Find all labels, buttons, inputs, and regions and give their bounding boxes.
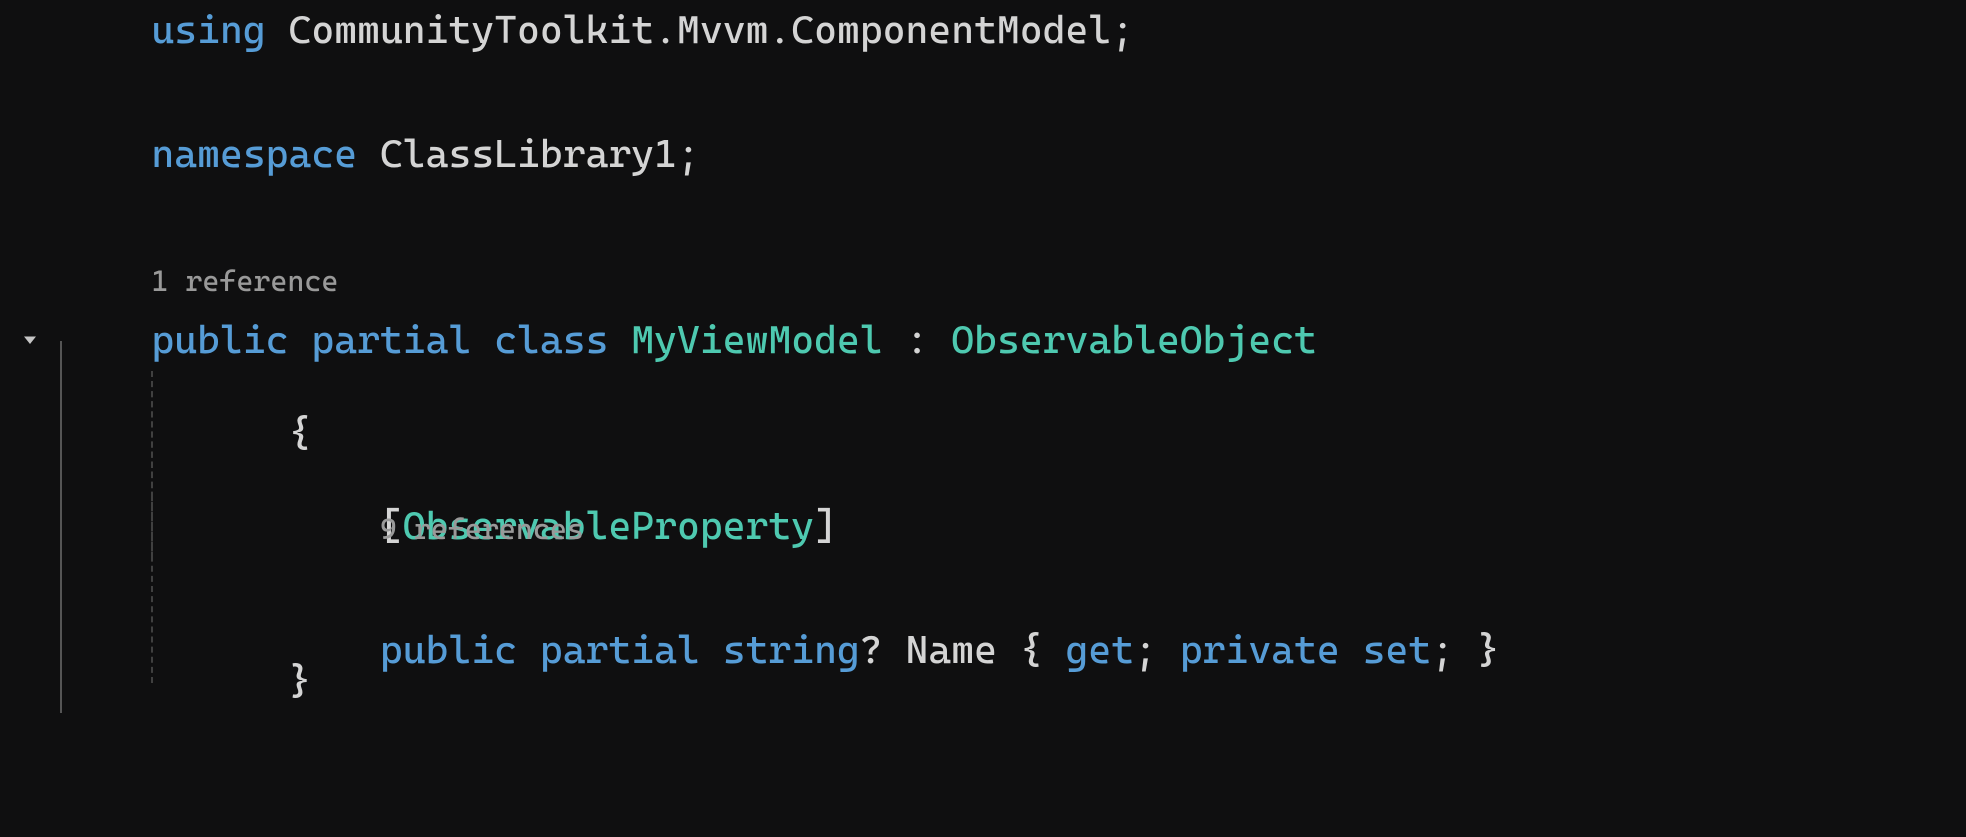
code-line[interactable]: } (0, 620, 1966, 682)
namespace-path: CommunityToolkit.Mvvm.ComponentModel (289, 8, 1112, 53)
code-line-blank[interactable] (0, 62, 1966, 124)
gutter (0, 327, 60, 355)
code-line-blank[interactable] (0, 186, 1966, 248)
code-editor[interactable]: using CommunityToolkit.Mvvm.ComponentMod… (0, 0, 1966, 682)
code-line[interactable]: namespace ClassLibrary1; (0, 124, 1966, 186)
code-line[interactable]: using CommunityToolkit.Mvvm.ComponentMod… (0, 0, 1966, 62)
namespace-name: ClassLibrary1 (380, 132, 677, 177)
close-brace: } (289, 659, 312, 704)
fold-chevron-icon[interactable] (16, 327, 44, 355)
codelens-references[interactable]: 1 reference (151, 264, 338, 302)
keyword-using: using (151, 8, 265, 53)
indent-guide (60, 589, 62, 714)
codelens-row: 1 reference (0, 248, 1966, 310)
semicolon: ; (1111, 8, 1134, 53)
keyword-namespace: namespace (151, 132, 357, 177)
semicolon: ; (677, 132, 700, 177)
